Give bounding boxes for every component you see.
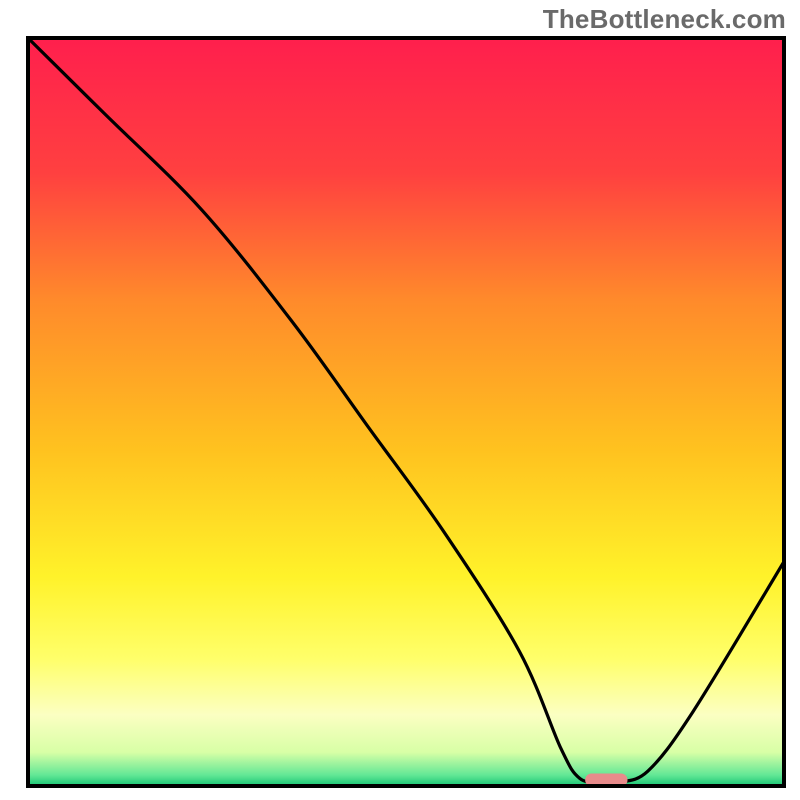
bottleneck-chart (0, 0, 800, 800)
watermark-text: TheBottleneck.com (543, 4, 786, 35)
